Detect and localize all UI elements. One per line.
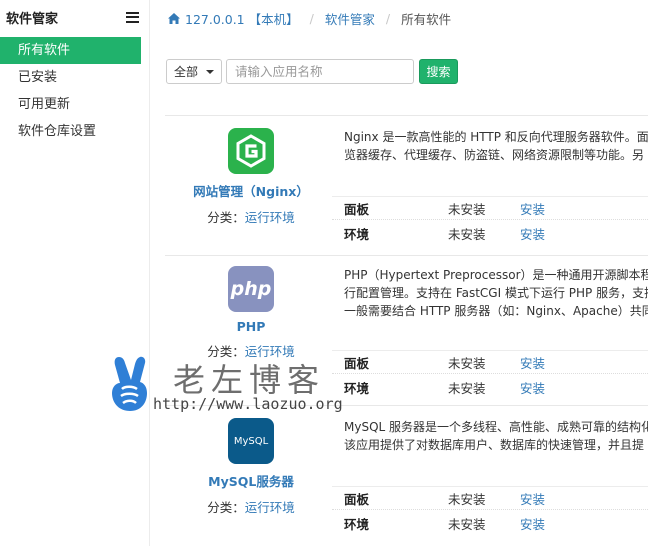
description-line: MySQL 服务器是一个多线程、高性能、成熟可靠的结构化 [344, 420, 648, 434]
category-label: 分类： [207, 500, 245, 515]
breadcrumb: 127.0.0.1 【本机】 / 软件管家 / 所有软件 [168, 9, 451, 28]
install-button[interactable]: 安装 [520, 353, 545, 372]
php-logo-icon[interactable]: php [228, 266, 274, 312]
software-info: MySQL MySQL服务器 分类：运行环境 [165, 418, 337, 516]
sidebar-item-all-software[interactable]: 所有软件 [0, 37, 141, 64]
env-status: 未安装 [448, 516, 486, 532]
software-description: PHP（Hypertext Preprocessor）是一种通用开源脚本程序 行… [344, 266, 648, 320]
software-name[interactable]: PHP [165, 319, 337, 334]
sidebar-item-updates[interactable]: 可用更新 [0, 91, 149, 118]
software-category: 分类：运行环境 [165, 207, 337, 226]
install-button[interactable]: 安装 [520, 199, 545, 218]
description-line: PHP（Hypertext Preprocessor）是一种通用开源脚本程序 [344, 268, 648, 282]
sidebar-item-repo-settings[interactable]: 软件仓库设置 [0, 118, 149, 145]
software-category: 分类：运行环境 [165, 497, 337, 516]
mysql-logo-text: MySQL [233, 435, 269, 447]
breadcrumb-separator: / [385, 11, 391, 26]
sidebar: 软件管家 所有软件 已安装 可用更新 软件仓库设置 [0, 0, 150, 546]
description-line: 行配置管理。支持在 FastCGI 模式下运行 PHP 服务，支持 [344, 286, 648, 300]
env-row-panel: 面板 未安装 安装 [332, 486, 648, 510]
env-label: 面板 [344, 491, 370, 507]
sidebar-title: 软件管家 [6, 11, 59, 27]
nginx-logo-icon[interactable] [228, 128, 274, 174]
env-label: 环境 [344, 516, 370, 532]
category-link[interactable]: 运行环境 [245, 500, 295, 515]
env-status: 未安装 [448, 355, 486, 371]
toolbar: 全部 搜索 [166, 59, 458, 84]
install-button[interactable]: 安装 [520, 514, 545, 533]
watermark: 老左博客 http://www.laozuo.org [105, 355, 365, 425]
php-logo-text: php [230, 278, 272, 300]
env-label: 环境 [344, 226, 370, 242]
env-status: 未安装 [448, 226, 486, 242]
software-info: 网站管理（Nginx） 分类：运行环境 [165, 128, 337, 226]
sidebar-header: 软件管家 [0, 0, 149, 34]
description-line: 一般需要结合 HTTP 服务器（如：Nginx、Apache）共同使 [344, 304, 648, 318]
software-name[interactable]: 网站管理（Nginx） [165, 181, 337, 200]
software-description: Nginx 是一款高性能的 HTTP 和反向代理服务器软件。面 览器缓存、代理缓… [344, 128, 648, 164]
install-button[interactable]: 安装 [520, 224, 545, 243]
env-label: 面板 [344, 201, 370, 217]
breadcrumb-separator: / [309, 11, 314, 26]
env-status: 未安装 [448, 491, 486, 507]
env-status: 未安装 [448, 380, 486, 396]
search-input[interactable] [226, 59, 414, 84]
env-row-environment: 环境 未安装 安装 [332, 511, 648, 535]
menu-toggle-icon[interactable] [126, 11, 139, 23]
software-item-nginx: 网站管理（Nginx） 分类：运行环境 Nginx 是一款高性能的 HTTP 和… [165, 115, 648, 255]
software-description: MySQL 服务器是一个多线程、高性能、成熟可靠的结构化 该应用提供了对数据库用… [344, 418, 648, 454]
software-info: php PHP 分类：运行环境 [165, 266, 337, 360]
chevron-down-icon [206, 69, 214, 74]
sidebar-item-installed[interactable]: 已安装 [0, 64, 149, 91]
watermark-url: http://www.laozuo.org [153, 395, 343, 413]
env-status: 未安装 [448, 201, 486, 217]
software-name[interactable]: MySQL服务器 [165, 471, 337, 490]
search-button[interactable]: 搜索 [419, 59, 458, 84]
install-button[interactable]: 安装 [520, 378, 545, 397]
breadcrumb-current: 所有软件 [401, 12, 452, 27]
category-filter-select[interactable]: 全部 [166, 59, 222, 84]
description-line: 该应用提供了对数据库用户、数据库的快速管理，并且提 [344, 438, 645, 452]
description-line: Nginx 是一款高性能的 HTTP 和反向代理服务器软件。面 [344, 130, 648, 144]
env-row-environment: 环境 未安装 安装 [332, 375, 648, 399]
breadcrumb-home-label: 127.0.0.1 【本机】 [185, 12, 299, 27]
sidebar-nav: 所有软件 已安装 可用更新 软件仓库设置 [0, 37, 149, 145]
category-link[interactable]: 运行环境 [245, 210, 295, 225]
main-content: 127.0.0.1 【本机】 / 软件管家 / 所有软件 全部 搜索 网站管理（… [150, 0, 648, 546]
description-line: 览器缓存、代理缓存、防盗链、网络资源限制等功能。另 [344, 148, 645, 162]
breadcrumb-home[interactable]: 127.0.0.1 【本机】 [168, 9, 299, 28]
breadcrumb-section[interactable]: 软件管家 [325, 9, 375, 28]
env-row-panel: 面板 未安装 安装 [332, 196, 648, 220]
env-row-environment: 环境 未安装 安装 [332, 221, 648, 245]
category-filter-value: 全部 [173, 65, 198, 79]
victory-hand-icon [112, 356, 147, 411]
category-label: 分类： [207, 210, 245, 225]
home-icon [168, 13, 180, 24]
software-item-mysql: MySQL MySQL服务器 分类：运行环境 MySQL 服务器是一个多线程、高… [165, 405, 648, 546]
install-button[interactable]: 安装 [520, 489, 545, 508]
env-row-panel: 面板 未安装 安装 [332, 350, 648, 374]
